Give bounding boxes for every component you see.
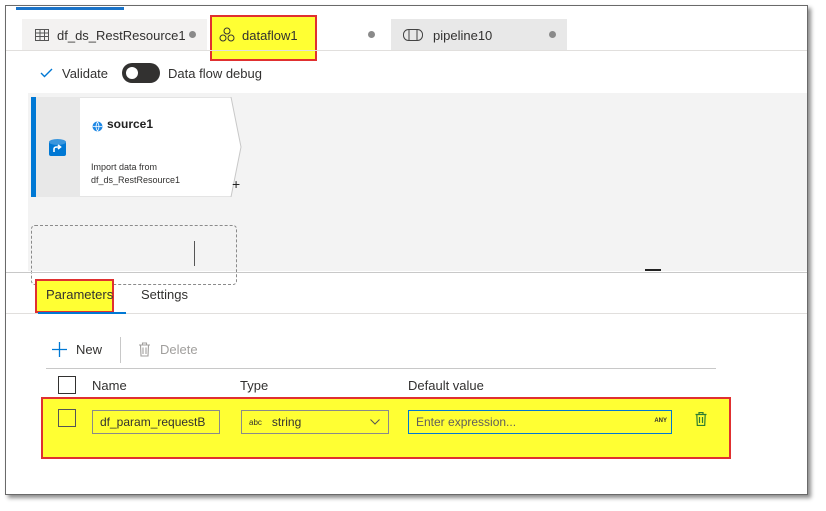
debug-toggle[interactable] bbox=[122, 63, 161, 83]
default-value-input[interactable]: Enter expression... ANY bbox=[408, 410, 672, 434]
panel-divider bbox=[6, 272, 807, 273]
tab-pipeline10[interactable]: pipeline10 bbox=[391, 19, 567, 51]
tab-label: dataflow1 bbox=[242, 27, 298, 43]
table-icon bbox=[35, 29, 49, 41]
delete-row-trash-icon[interactable] bbox=[695, 412, 707, 426]
action-separator bbox=[120, 337, 121, 363]
placeholder-node bbox=[31, 225, 237, 285]
tab-label: pipeline10 bbox=[433, 27, 493, 43]
panel-resize-handle[interactable] bbox=[645, 269, 661, 271]
new-button[interactable]: New bbox=[52, 342, 102, 357]
column-header-default: Default value bbox=[408, 378, 484, 393]
debug-label: Data flow debug bbox=[168, 65, 262, 81]
toolbar: Validate Data flow debug bbox=[40, 62, 262, 84]
param-name-input[interactable]: df_param_requestB bbox=[92, 410, 220, 434]
select-all-checkbox[interactable] bbox=[58, 376, 76, 394]
add-transform-button[interactable]: + bbox=[232, 176, 240, 192]
source-desc-line2: df_ds_RestResource1 bbox=[91, 175, 181, 185]
tab-label: df_ds_RestResource1 bbox=[57, 27, 186, 43]
param-type-select[interactable]: abc string bbox=[241, 410, 389, 434]
database-source-icon bbox=[49, 139, 66, 163]
source-node[interactable]: source1 Import data from df_ds_RestResou… bbox=[31, 97, 242, 197]
any-badge: ANY bbox=[654, 418, 667, 424]
abc-badge: abc bbox=[249, 417, 262, 427]
pipeline-icon bbox=[403, 29, 423, 41]
active-tab-indicator bbox=[38, 312, 126, 314]
grid-top-line bbox=[46, 368, 716, 369]
unsaved-dot-icon bbox=[549, 31, 556, 38]
row-checkbox[interactable] bbox=[58, 409, 76, 427]
plus-icon bbox=[52, 342, 67, 357]
validate-label: Validate bbox=[62, 65, 109, 81]
tab-settings[interactable]: Settings bbox=[141, 287, 188, 302]
chevron-down-icon bbox=[370, 419, 380, 425]
toggle-knob bbox=[126, 67, 139, 79]
checkmark-icon bbox=[40, 68, 53, 78]
globe-icon bbox=[92, 119, 103, 137]
source-icon-box bbox=[36, 97, 80, 197]
tab-accent bbox=[16, 7, 124, 10]
tab-dataflow1[interactable]: dataflow1 bbox=[207, 19, 391, 51]
trash-icon bbox=[138, 342, 151, 357]
new-label: New bbox=[76, 342, 103, 357]
dataflow-icon bbox=[219, 27, 235, 43]
tab-parameters[interactable]: Parameters bbox=[46, 287, 113, 302]
column-header-type: Type bbox=[240, 378, 269, 393]
type-value: string bbox=[271, 415, 302, 429]
column-header-name: Name bbox=[92, 378, 127, 393]
unsaved-dot-icon bbox=[189, 31, 196, 38]
tab-df-ds-restresource1[interactable]: df_ds_RestResource1 bbox=[22, 19, 207, 51]
panel-splitter[interactable] bbox=[194, 241, 195, 266]
tab-strip-divider bbox=[6, 50, 807, 51]
source-desc-line1: Import data from bbox=[91, 162, 158, 172]
delete-label: Delete bbox=[160, 342, 198, 357]
source-name: source1 bbox=[107, 117, 154, 131]
panel-tabs-divider bbox=[6, 313, 807, 314]
unsaved-dot-icon bbox=[368, 31, 375, 38]
delete-button[interactable]: Delete bbox=[138, 342, 198, 357]
source-node-accent bbox=[31, 97, 36, 197]
validate-button[interactable]: Validate bbox=[40, 66, 108, 81]
window: df_ds_RestResource1 dataflow1 pipeline10… bbox=[5, 5, 808, 495]
expression-placeholder: Enter expression... bbox=[416, 415, 517, 429]
